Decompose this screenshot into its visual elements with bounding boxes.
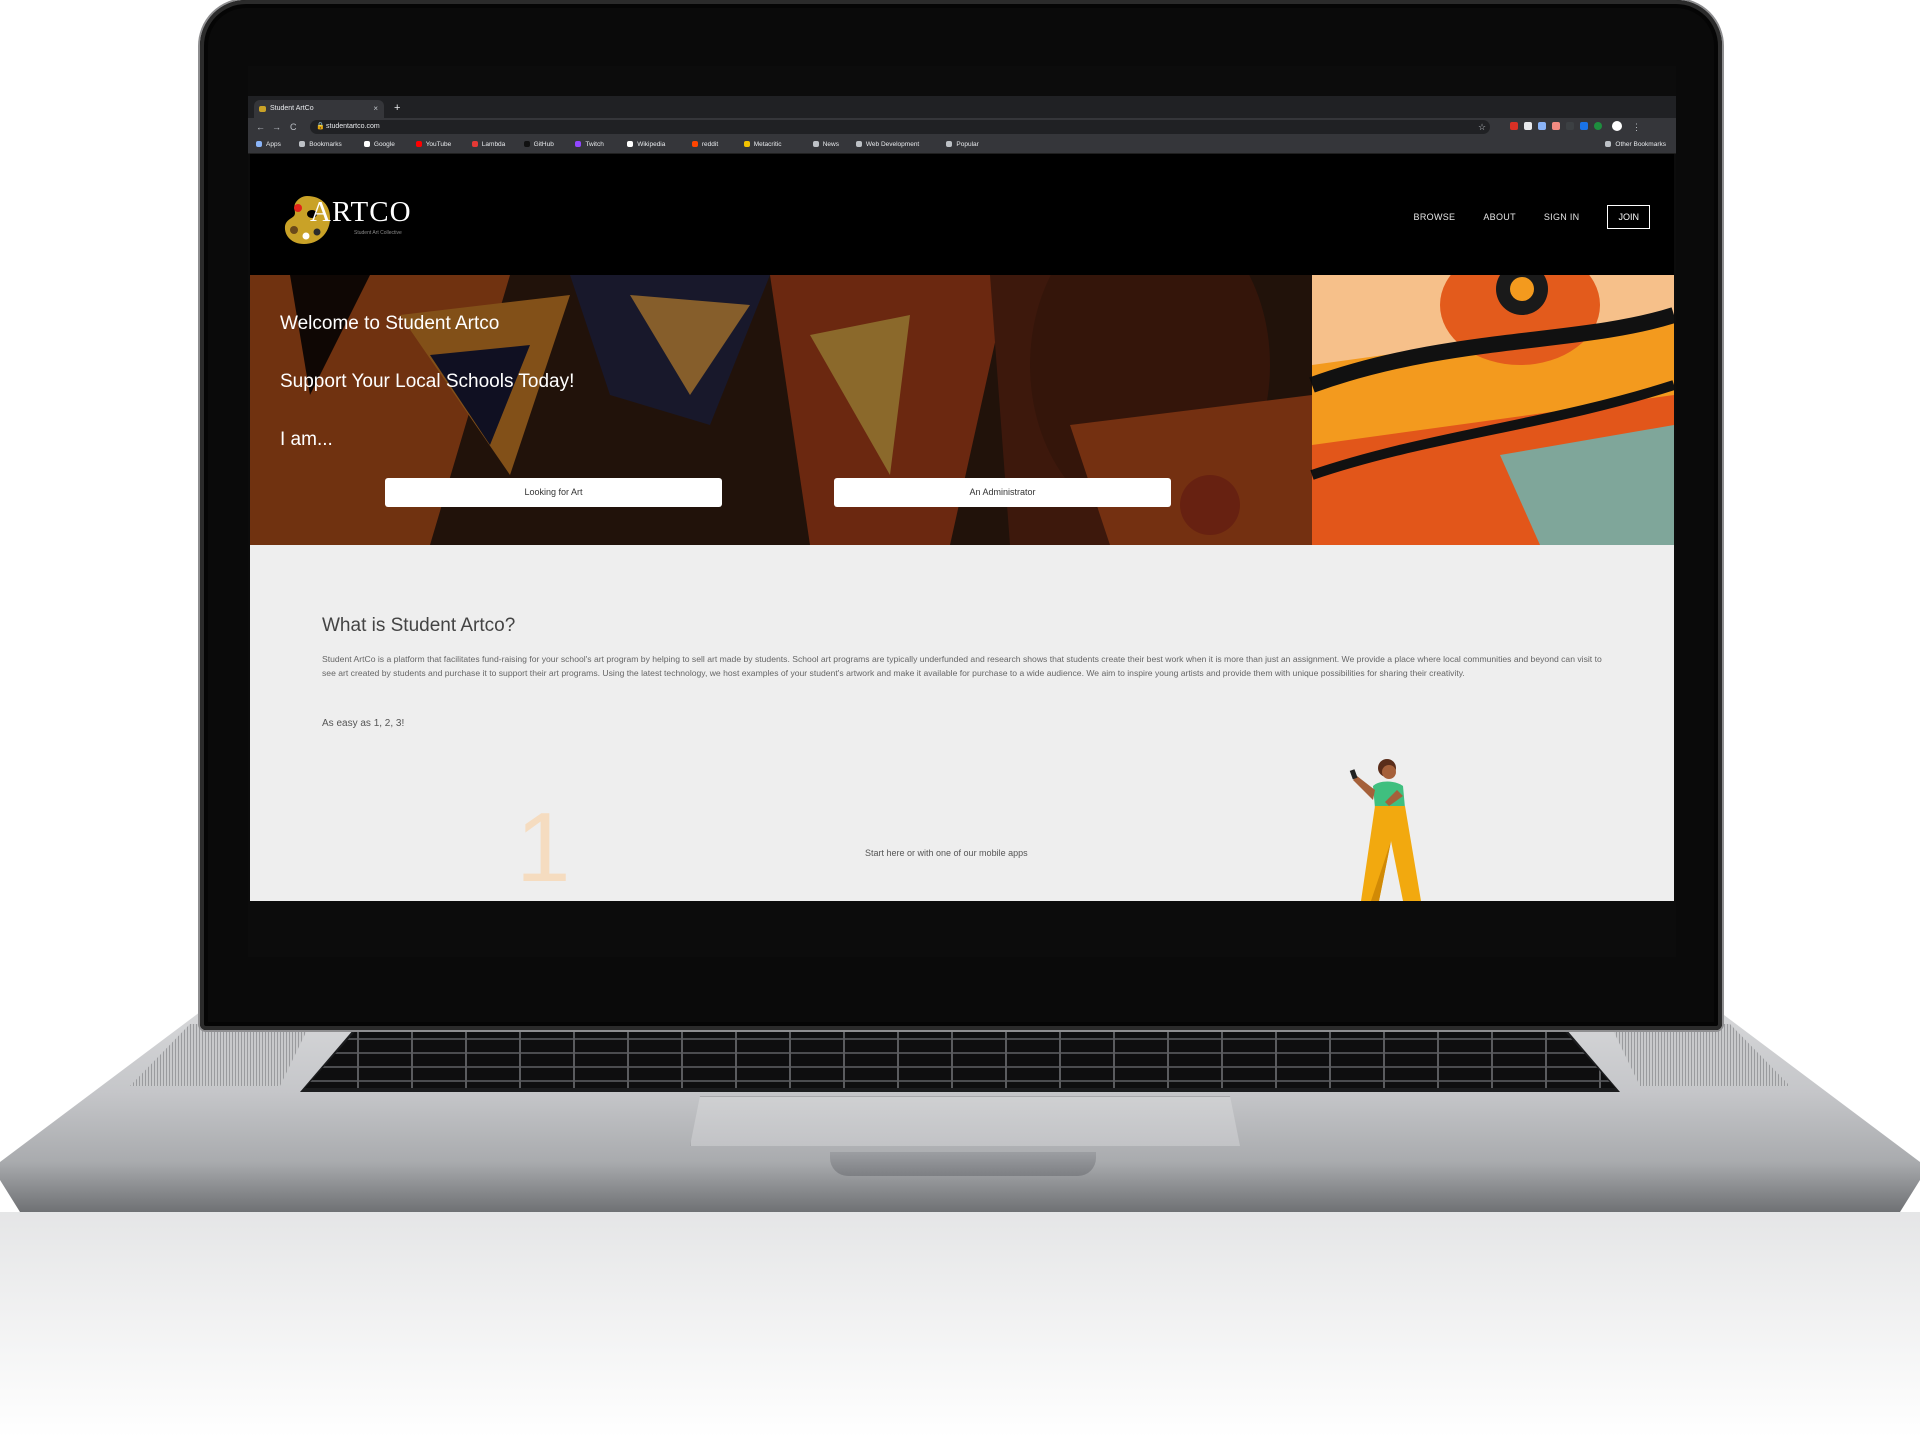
extension-icon[interactable] xyxy=(1524,122,1532,130)
bookmark-metacritic[interactable]: Metacritic xyxy=(743,136,782,153)
tab-close-icon[interactable]: × xyxy=(373,100,378,118)
easy-steps-label: As easy as 1, 2, 3! xyxy=(322,718,405,729)
bookmark-youtube[interactable]: YouTube xyxy=(415,136,452,153)
trackpad xyxy=(690,1096,1240,1146)
artco-logo[interactable]: ARTCO Student Art Collective xyxy=(282,190,422,250)
administrator-button[interactable]: An Administrator xyxy=(834,478,1171,507)
bookmark-label: Popular xyxy=(956,141,979,148)
laptop-screen: Student ArtCo × + ← → C 🔒 studentartco.c… xyxy=(248,66,1676,957)
bookmark-favicon-icon xyxy=(743,141,750,147)
bookmark-favicon-icon xyxy=(575,141,582,147)
laptop-reflection xyxy=(0,1212,1920,1438)
lock-icon: 🔒 xyxy=(316,123,325,130)
site-header: ARTCO Student Art Collective BROWSE ABOU… xyxy=(250,154,1674,275)
tab-title: Student ArtCo xyxy=(270,105,314,112)
nav-join-button[interactable]: JOIN xyxy=(1607,205,1650,229)
about-description: Student ArtCo is a platform that facilit… xyxy=(322,654,1602,678)
bookmarks-bar: Other Bookmarks Apps Bookmarks Google YouTu… xyxy=(248,136,1676,154)
bookmark-lambda[interactable]: Lambda xyxy=(471,136,506,153)
extension-icon[interactable] xyxy=(1510,122,1518,130)
extension-icon[interactable] xyxy=(1566,122,1574,130)
bookmark-label: YouTube xyxy=(425,141,452,148)
looking-for-art-button[interactable]: Looking for Art xyxy=(385,478,722,507)
extension-icon[interactable] xyxy=(1538,122,1546,130)
address-bar[interactable]: 🔒 studentartco.com xyxy=(310,120,1490,134)
bookmark-favicon-icon xyxy=(363,141,370,147)
bookmark-favicon-icon xyxy=(256,141,262,147)
bookmark-bookmarks[interactable]: Bookmarks xyxy=(299,136,342,153)
step-description: Start here or with one of our mobile app… xyxy=(865,848,1028,858)
folder-icon xyxy=(1605,141,1612,147)
profile-avatar[interactable] xyxy=(1612,121,1622,131)
hero-support: Support Your Local Schools Today! xyxy=(280,371,575,392)
bookmark-favicon-icon xyxy=(299,141,306,147)
bookmark-github[interactable]: GitHub xyxy=(523,136,554,153)
browser-tab[interactable]: Student ArtCo × xyxy=(254,100,384,118)
bookmark-label: Bookmarks xyxy=(309,141,342,148)
bookmark-favicon-icon xyxy=(946,141,953,147)
bookmark-apps[interactable]: Apps xyxy=(256,136,281,153)
bookmark-label: Twitch xyxy=(585,141,604,148)
bookmark-label: Lambda xyxy=(481,141,506,148)
site-nav: BROWSE ABOUT SIGN IN JOIN xyxy=(1414,205,1650,229)
keyboard xyxy=(305,1026,1615,1088)
tab-favicon-icon xyxy=(259,106,266,112)
bookmark-reddit[interactable]: reddit xyxy=(691,136,719,153)
other-bookmarks-link[interactable]: Other Bookmarks xyxy=(1605,136,1666,153)
bookmark-favicon-icon xyxy=(812,141,819,147)
hero-welcome: Welcome to Student Artco xyxy=(280,313,500,334)
new-tab-icon[interactable]: + xyxy=(394,100,400,116)
bookmark-favicon-icon xyxy=(523,141,530,147)
bookmark-favicon-icon xyxy=(691,141,698,147)
browser-toolbar: ← → C 🔒 studentartco.com ☆ ⋮ xyxy=(248,118,1676,136)
bookmark-label: Metacritic xyxy=(753,141,782,148)
hero-i-am: I am... xyxy=(280,429,333,450)
nav-browse[interactable]: BROWSE xyxy=(1414,212,1456,222)
nav-about[interactable]: ABOUT xyxy=(1483,212,1516,222)
bookmark-label: Wikipedia xyxy=(637,141,666,148)
person-with-phone-illustration xyxy=(1349,759,1421,901)
bookmark-label: Web Development xyxy=(865,141,920,148)
bookmark-twitch[interactable]: Twitch xyxy=(575,136,604,153)
bookmark-popular[interactable]: Popular xyxy=(946,136,979,153)
extension-icon[interactable] xyxy=(1594,122,1602,130)
screen-top-bezel xyxy=(248,66,1676,96)
about-section: What is Student Artco? Student ArtCo is … xyxy=(250,545,1674,901)
bookmark-label: reddit xyxy=(701,141,719,148)
about-title: What is Student Artco? xyxy=(322,615,516,636)
step-number: 1 xyxy=(516,792,571,901)
lid-notch xyxy=(830,1152,1096,1176)
logo-wordmark: ARTCO xyxy=(310,196,412,228)
bookmark-google[interactable]: Google xyxy=(363,136,395,153)
bookmark-label: GitHub xyxy=(533,141,554,148)
address-bar-url: studentartco.com xyxy=(326,123,380,130)
extension-icon[interactable] xyxy=(1580,122,1588,130)
website: ARTCO Student Art Collective BROWSE ABOU… xyxy=(250,154,1674,901)
hero-banner: Welcome to Student Artco Support Your Lo… xyxy=(250,275,1674,545)
bookmark-label: News xyxy=(822,141,839,148)
bookmark-star-icon[interactable]: ☆ xyxy=(1478,120,1486,134)
bookmark-web-development[interactable]: Web Development xyxy=(855,136,920,153)
bookmark-favicon-icon xyxy=(627,141,634,147)
bookmark-label: Google xyxy=(373,141,395,148)
bookmark-news[interactable]: News xyxy=(812,136,839,153)
browser-menu-icon[interactable]: ⋮ xyxy=(1632,120,1641,134)
bookmark-favicon-icon xyxy=(855,141,862,147)
bookmark-label: Apps xyxy=(266,141,281,148)
bookmark-wikipedia[interactable]: Wikipedia xyxy=(627,136,665,153)
nav-sign-in[interactable]: SIGN IN xyxy=(1544,212,1580,222)
bookmark-favicon-icon xyxy=(415,141,422,147)
forward-icon[interactable]: → xyxy=(272,120,281,134)
reload-icon[interactable]: C xyxy=(290,120,297,134)
bookmark-favicon-icon xyxy=(471,141,478,147)
extension-icon[interactable] xyxy=(1552,122,1560,130)
back-icon[interactable]: ← xyxy=(256,120,265,134)
logo-tagline: Student Art Collective xyxy=(354,230,402,236)
other-bookmarks-label: Other Bookmarks xyxy=(1615,141,1666,148)
browser-tabstrip: Student ArtCo × + xyxy=(248,96,1676,118)
